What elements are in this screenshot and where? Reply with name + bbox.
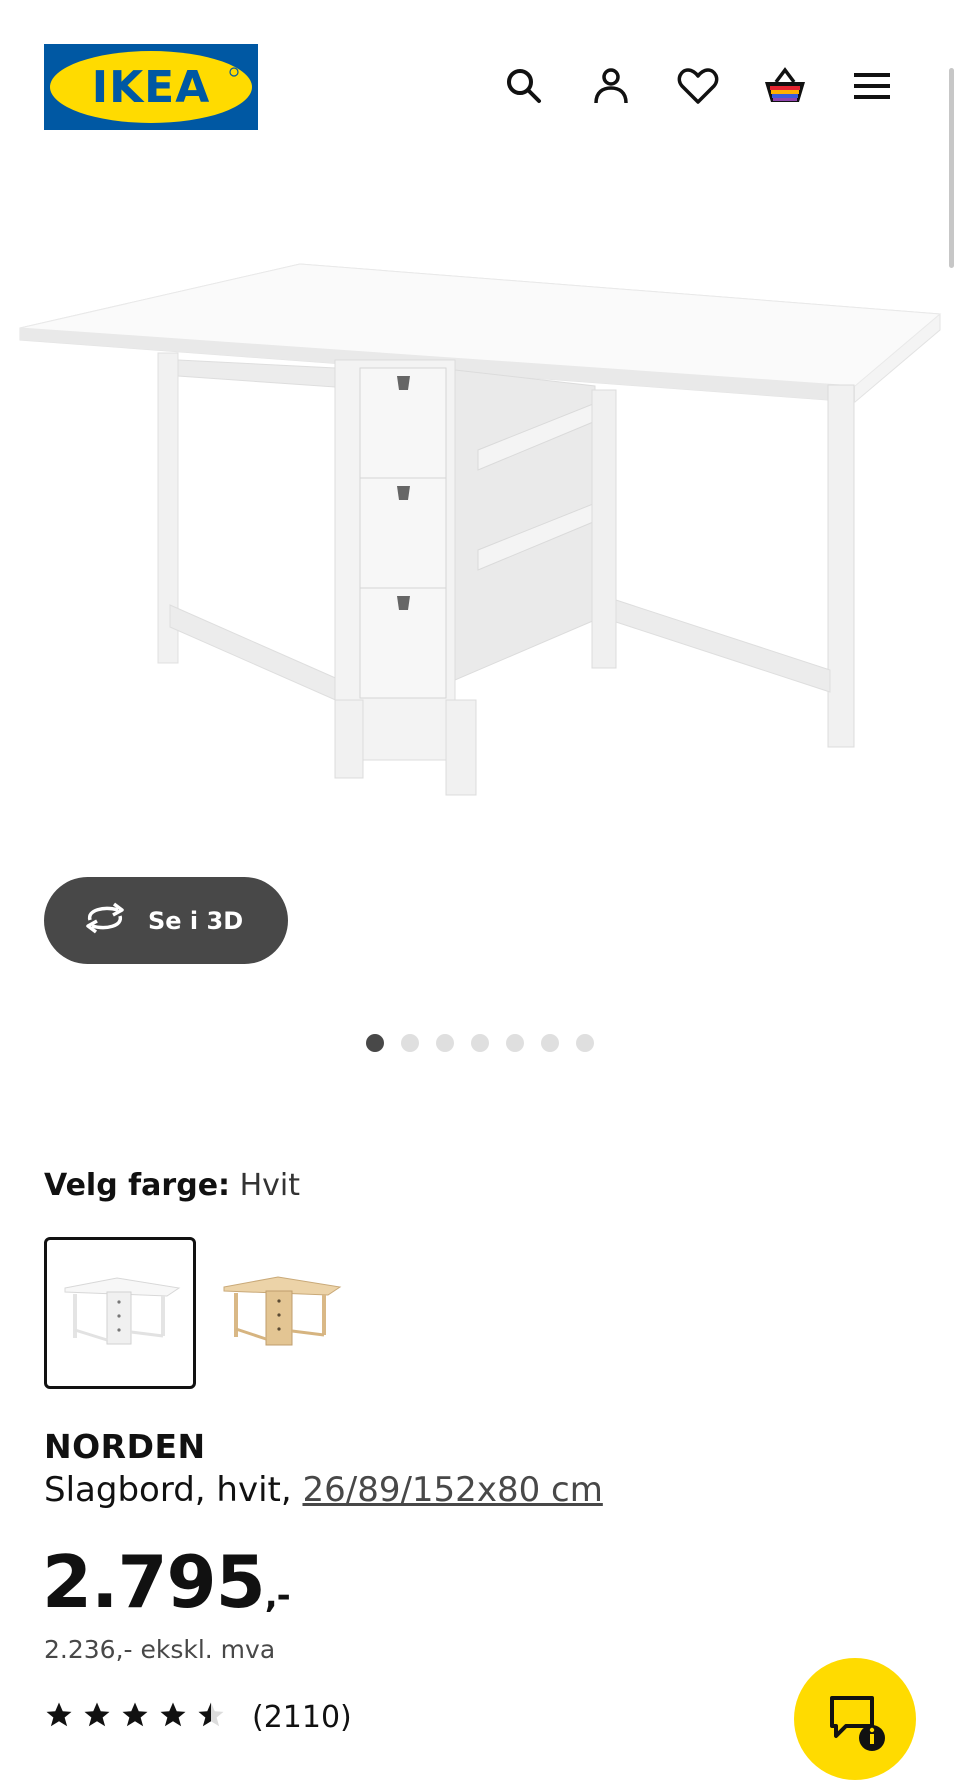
rotate-3d-icon [82,902,128,939]
product-description: Slagbord, hvit, 26/89/152x80 cm [44,1470,603,1510]
search-icon[interactable] [500,62,548,110]
star-icon [120,1700,150,1735]
carousel-dot-5[interactable] [506,1034,524,1052]
ikea-logo[interactable]: IKEA [44,44,258,130]
carousel-dots [366,1034,594,1052]
carousel-dot-1[interactable] [366,1034,384,1052]
chat-icon [830,1696,892,1757]
product-name: NORDEN [44,1427,206,1466]
carousel-dot-6[interactable] [541,1034,559,1052]
product-price: 2.795,- [42,1540,291,1624]
color-select-row: Velg farge: Hvit [44,1168,300,1203]
color-select-value: Hvit [239,1168,301,1203]
color-select-label: Velg farge: [44,1168,231,1203]
carousel-dot-2[interactable] [401,1034,419,1052]
carousel-dot-7[interactable] [576,1034,594,1052]
price-ex-vat: 2.236,- ekskl. mva [44,1635,276,1664]
product-image[interactable] [0,180,960,820]
header: IKEA [0,0,960,150]
star-icon [44,1700,74,1735]
product-rating[interactable]: (2110) [44,1700,352,1735]
product-size-link[interactable]: 26/89/152x80 cm [302,1470,602,1510]
view-3d-label: Se i 3D [148,906,244,935]
price-suffix: ,- [264,1576,291,1616]
menu-icon[interactable] [848,62,896,110]
white-table-swatch[interactable] [44,1237,196,1389]
view-3d-button[interactable]: Se i 3D [44,877,288,964]
carousel-dot-3[interactable] [436,1034,454,1052]
heart-icon[interactable] [674,62,722,110]
rating-count: (2110) [252,1700,352,1735]
carousel-dot-4[interactable] [471,1034,489,1052]
star-icon [82,1700,112,1735]
half-star-icon [196,1700,226,1735]
birch-table-swatch[interactable] [212,1237,364,1389]
svg-text:IKEA: IKEA [92,62,211,113]
product-type: Slagbord, hvit, [44,1470,292,1510]
basket-icon[interactable] [761,62,809,110]
chat-button[interactable] [794,1658,916,1780]
star-icon [158,1700,188,1735]
user-icon[interactable] [587,62,635,110]
price-main: 2.795 [42,1540,266,1624]
